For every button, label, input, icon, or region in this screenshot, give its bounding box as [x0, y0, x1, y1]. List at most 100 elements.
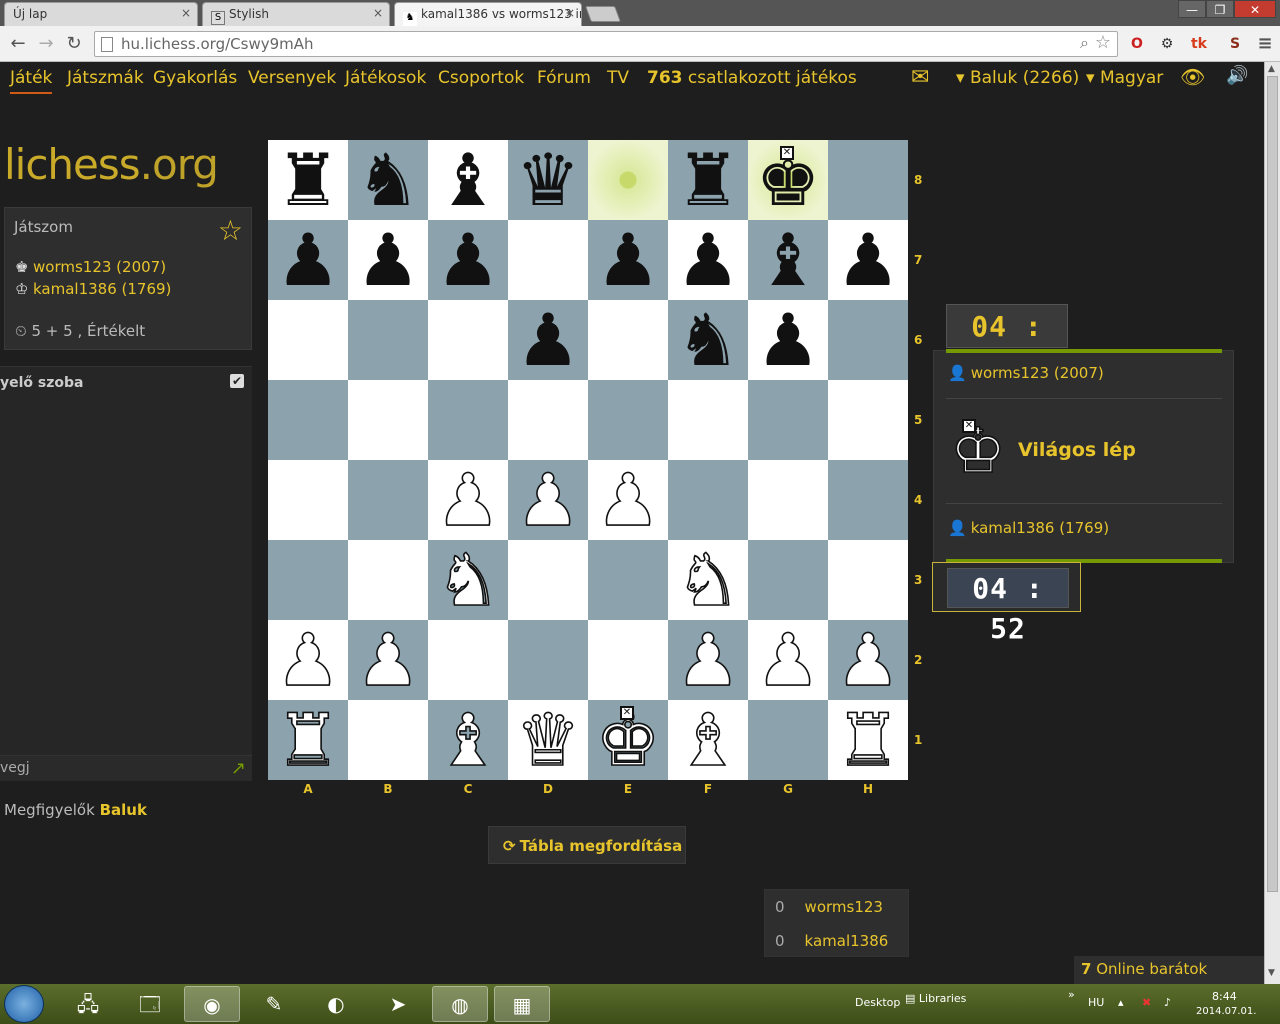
notepad-app-icon[interactable]: ✎ [246, 986, 302, 1022]
nav-item-7[interactable]: TV [607, 68, 629, 88]
square-g8[interactable]: ♚ ✕ [748, 140, 828, 220]
nav-item-4[interactable]: Játékosok [345, 68, 426, 88]
opera-ext-icon[interactable]: O [1126, 33, 1148, 55]
nav-item-6[interactable]: Fórum [537, 68, 591, 88]
square-b3[interactable] [348, 540, 428, 620]
square-d8[interactable]: ♛ [508, 140, 588, 220]
watcher-link[interactable]: Baluk [100, 801, 147, 819]
white-knight-icon[interactable]: ♞ [435, 538, 501, 622]
desktop-toolbar[interactable]: Desktop [855, 996, 900, 1009]
square-e3[interactable] [588, 540, 668, 620]
black-knight-icon[interactable]: ♞ [356, 138, 421, 222]
black-pawn-icon[interactable]: ♟ [676, 218, 741, 302]
tab-close-icon[interactable]: × [373, 6, 383, 20]
online-players-count[interactable]: 763 csatlakozott játékos [647, 68, 857, 88]
explorer-app-icon[interactable]: 🗔 [122, 986, 178, 1022]
page-scrollbar[interactable]: ▲ ▼ [1264, 62, 1280, 984]
online-friends-button[interactable]: 7 Online barátok [1074, 956, 1264, 984]
tab-stylish[interactable]: S Stylish × [202, 2, 390, 26]
black-pawn-icon[interactable]: ♟ [436, 218, 501, 302]
square-e6[interactable] [588, 300, 668, 380]
square-a8[interactable]: ♜ [268, 140, 348, 220]
new-tab-button[interactable] [585, 6, 621, 22]
minimize-button[interactable]: — [1178, 0, 1206, 18]
chat-input[interactable]: vegj ↗ [0, 755, 252, 781]
square-b8[interactable]: ♞ [348, 140, 428, 220]
tray-arrow-icon[interactable]: ▴ [1118, 996, 1124, 1009]
white-queen-icon[interactable]: ♛ [515, 698, 581, 782]
square-d3[interactable] [508, 540, 588, 620]
top-player-link[interactable]: 👤 worms123 (2007) [948, 364, 1104, 382]
square-a5[interactable] [268, 380, 348, 460]
square-g3[interactable] [748, 540, 828, 620]
black-knight-icon[interactable]: ♞ [676, 298, 741, 382]
square-g7[interactable]: ♝ [748, 220, 828, 300]
sound-icon[interactable]: 🔊 [1226, 65, 1248, 86]
opera-app-icon[interactable]: ◍ [432, 986, 488, 1022]
square-f4[interactable] [668, 460, 748, 540]
nav-item-0[interactable]: Játék [10, 68, 53, 94]
square-f8[interactable]: ♜ [668, 140, 748, 220]
reload-icon[interactable]: ↻ [62, 32, 86, 56]
square-a1[interactable]: ♜ [268, 699, 348, 781]
lichess-logo[interactable]: lichess.org [4, 140, 219, 189]
tab-close-icon[interactable]: × [565, 6, 575, 20]
address-bar[interactable]: hu.lichess.org/Cswy9mAh ⌕ ☆ [94, 31, 1118, 57]
nav-item-1[interactable]: Játszmák [67, 68, 144, 88]
square-g1[interactable] [748, 700, 828, 780]
mail-icon[interactable]: ✉ [911, 65, 929, 90]
white-pawn-icon[interactable]: ♟ [595, 458, 661, 542]
square-d5[interactable] [508, 380, 588, 460]
black-bishop-icon[interactable]: ♝ [756, 218, 821, 302]
scroll-down-icon[interactable]: ▼ [1268, 968, 1275, 978]
volume-icon[interactable]: ♪ [1164, 996, 1171, 1009]
score-player-link[interactable]: worms123 [805, 898, 883, 916]
square-c8[interactable]: ♝ [428, 140, 508, 220]
square-a7[interactable]: ♟ [268, 220, 348, 300]
square-h7[interactable]: ♟ [828, 220, 908, 300]
square-f7[interactable]: ♟ [668, 220, 748, 300]
scroll-up-icon[interactable]: ▲ [1268, 64, 1275, 74]
square-d2[interactable] [508, 620, 588, 700]
square-g5[interactable] [748, 380, 828, 460]
stylish-ext-icon[interactable]: S [1224, 33, 1246, 55]
network-app-icon[interactable]: 🖧 [60, 986, 116, 1022]
black-bishop-icon[interactable]: ♝ [436, 138, 501, 222]
toolbar-expand-icon[interactable]: » [1068, 988, 1075, 1001]
white-pawn-icon[interactable]: ♟ [355, 618, 421, 702]
square-a2[interactable]: ♟ [268, 619, 348, 701]
black-pawn-icon[interactable]: ♟ [276, 218, 341, 302]
square-h2[interactable]: ♟ [828, 619, 908, 701]
square-h5[interactable] [828, 380, 908, 460]
eye-icon[interactable]: 👁 [1180, 65, 1205, 89]
black-pawn-icon[interactable]: ♟ [356, 218, 421, 302]
black-pawn-icon[interactable]: ♟ [516, 298, 581, 382]
white-pawn-icon[interactable]: ♟ [675, 618, 741, 702]
white-knight-icon[interactable]: ♞ [675, 538, 741, 622]
square-g6[interactable]: ♟ [748, 300, 828, 380]
black-pawn-icon[interactable]: ♟ [596, 218, 661, 302]
square-b5[interactable] [348, 380, 428, 460]
square-b1[interactable] [348, 700, 428, 780]
white-bishop-icon[interactable]: ♝ [675, 698, 741, 782]
close-window-button[interactable]: ✕ [1234, 0, 1276, 18]
square-f3[interactable]: ♞ [668, 538, 748, 622]
maximize-button[interactable]: ❐ [1206, 0, 1234, 18]
tab-close-icon[interactable]: × [181, 6, 191, 20]
white-pawn-icon[interactable]: ♟ [515, 458, 581, 542]
black-pawn-icon[interactable]: ♟ [756, 298, 821, 382]
square-b7[interactable]: ♟ [348, 220, 428, 300]
square-d4[interactable]: ♟ [508, 458, 588, 542]
chess-board[interactable]: ♜ ♞ ♝ ♛ ♜ ♚ ✕ ♟ ♟ ♟ ♟ ♟ ♝ ♟ ♟ ♞ ♟ ♟ ♟ ♟ ♞ ♞ ♟ ♟ ♟ ♟ ♟ ♜ ♝ ♛ ♚ ✕ ♝ ♜ [268, 140, 908, 782]
clock-time[interactable]: 8:44 [1212, 990, 1237, 1003]
square-e4[interactable]: ♟ [588, 458, 668, 542]
black-rook-icon[interactable]: ♜ [676, 138, 741, 222]
square-h4[interactable] [828, 460, 908, 540]
score-player-link[interactable]: kamal1386 [805, 932, 889, 950]
chrome-app-icon[interactable]: ◉ [184, 986, 240, 1022]
square-b4[interactable] [348, 460, 428, 540]
square-h3[interactable] [828, 540, 908, 620]
bookmark-star-icon[interactable]: ☆ [218, 214, 243, 247]
square-a6[interactable] [268, 300, 348, 380]
chat-toggle-checkbox[interactable]: ✔ [230, 374, 244, 388]
